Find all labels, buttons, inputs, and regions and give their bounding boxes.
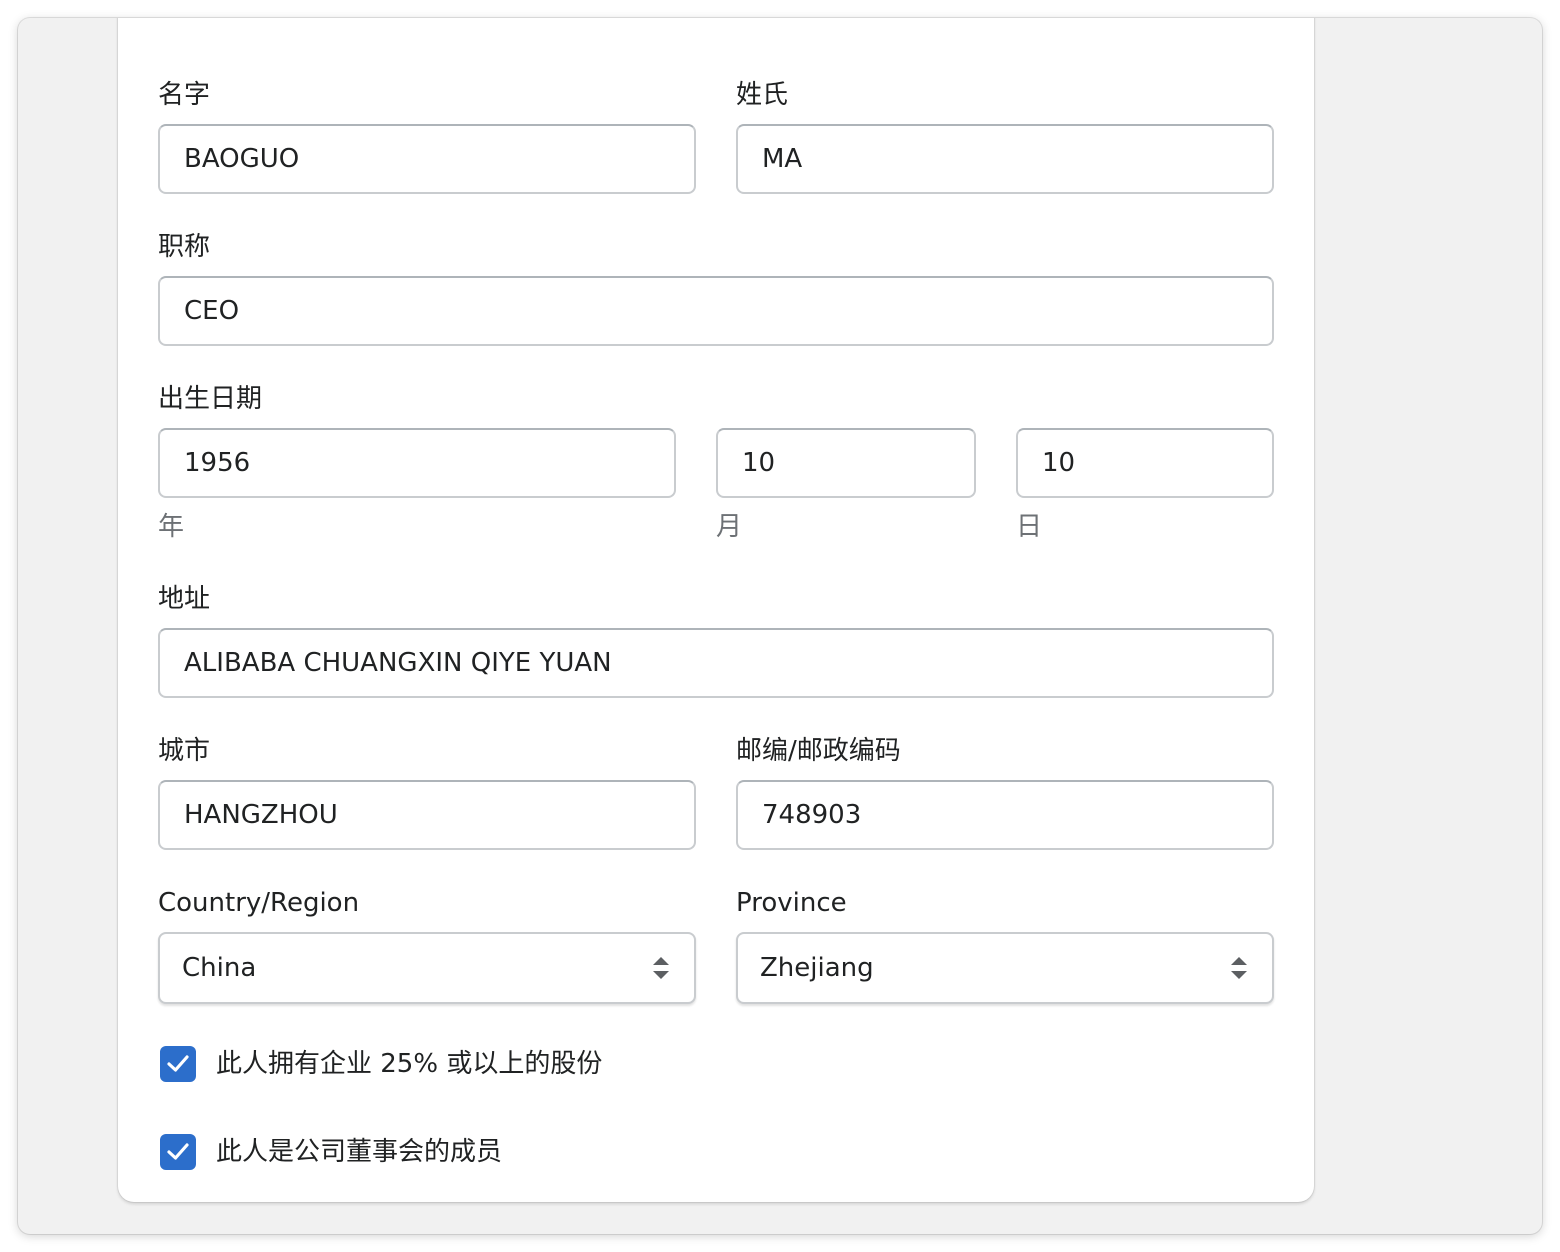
city-label: 城市 <box>158 736 211 766</box>
birth-month-sublabel: 月 <box>716 512 743 542</box>
province-select-value: Zhejiang <box>760 953 874 983</box>
birth-day-input[interactable]: 10 <box>1016 428 1274 498</box>
province-select[interactable]: Zhejiang <box>736 932 1274 1004</box>
last-name-input[interactable]: MA <box>736 124 1274 194</box>
address-input[interactable]: ALIBABA CHUANGXIN QIYE YUAN <box>158 628 1274 698</box>
job-title-input[interactable]: CEO <box>158 276 1274 346</box>
ownership-checkbox-label[interactable]: 此人拥有企业 25% 或以上的股份 <box>216 1044 602 1084</box>
checkmark-icon <box>167 1055 189 1072</box>
postal-code-input[interactable]: 748903 <box>736 780 1274 850</box>
province-label: Province <box>736 888 847 918</box>
owner-form-card: 名字 BAOGUO 姓氏 MA 职称 CEO 出生日期 1956 10 10 年… <box>118 18 1314 1202</box>
country-label: Country/Region <box>158 888 360 918</box>
country-select-value: China <box>182 953 257 983</box>
city-input[interactable]: HANGZHOU <box>158 780 696 850</box>
select-arrows-icon <box>1231 957 1247 979</box>
job-title-label: 职称 <box>158 232 211 262</box>
board-member-checkbox[interactable] <box>160 1134 196 1170</box>
first-name-input[interactable]: BAOGUO <box>158 124 696 194</box>
birth-year-sublabel: 年 <box>158 512 185 542</box>
first-name-label: 名字 <box>158 80 211 110</box>
board-member-checkbox-label[interactable]: 此人是公司董事会的成员 <box>216 1132 502 1172</box>
postal-code-label: 邮编/邮政编码 <box>736 736 901 766</box>
checkmark-icon <box>167 1143 189 1160</box>
ownership-checkbox[interactable] <box>160 1046 196 1082</box>
country-select[interactable]: China <box>158 932 696 1004</box>
address-label: 地址 <box>158 584 211 614</box>
last-name-label: 姓氏 <box>736 80 789 110</box>
birth-date-label: 出生日期 <box>158 384 263 414</box>
birth-day-sublabel: 日 <box>1016 512 1043 542</box>
browser-window: 名字 BAOGUO 姓氏 MA 职称 CEO 出生日期 1956 10 10 年… <box>18 18 1542 1234</box>
birth-year-input[interactable]: 1956 <box>158 428 676 498</box>
birth-month-input[interactable]: 10 <box>716 428 976 498</box>
select-arrows-icon <box>653 957 669 979</box>
